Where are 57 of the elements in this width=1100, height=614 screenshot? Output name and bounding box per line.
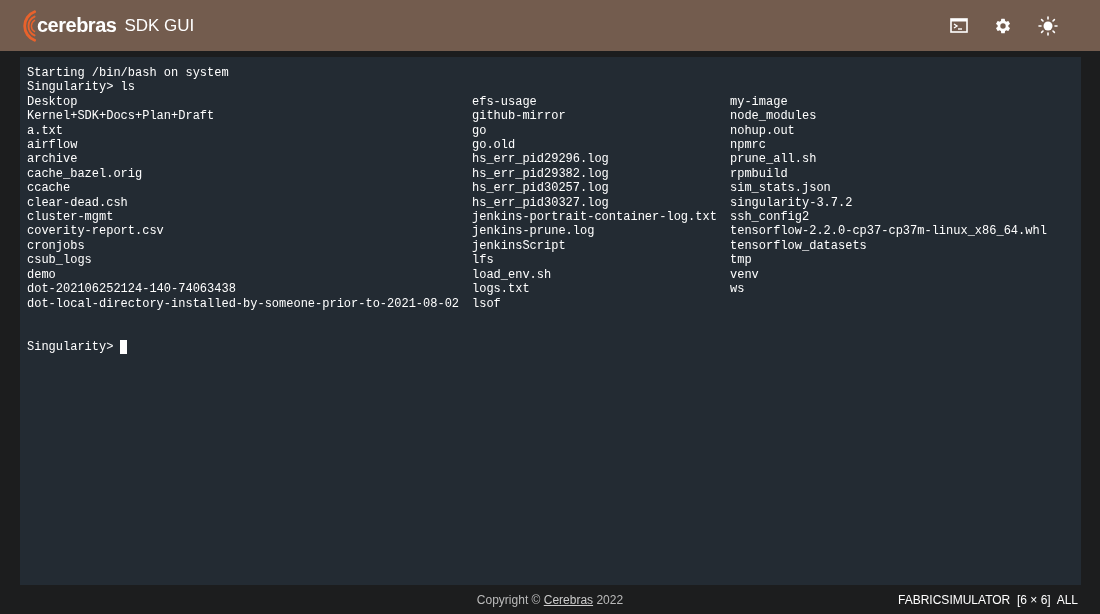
text-cursor	[120, 339, 128, 354]
file-name: go.old	[472, 138, 517, 153]
file-name: venv	[730, 267, 760, 283]
file-name: clear-dead.csh	[27, 195, 129, 211]
terminal-icon[interactable]	[950, 18, 968, 33]
file-name: jenkinsScript	[472, 238, 567, 254]
logo-wordmark: cerebras	[37, 14, 117, 37]
app-title: SDK GUI	[124, 15, 195, 36]
file-name: Desktop	[27, 94, 79, 110]
file-name: npmrc	[730, 138, 767, 153]
file-name: cache_bazel.orig	[27, 166, 144, 182]
brightness-icon[interactable]	[1038, 15, 1058, 36]
file-name: singularity-3.7.2	[730, 195, 854, 211]
file-name: jenkins-portrait-container-log.txt	[472, 210, 718, 225]
file-name: ws	[730, 282, 746, 297]
file-name: sim_stats.json	[730, 181, 832, 196]
file-name: cronjobs	[27, 238, 86, 254]
terminal-line: Starting /bin/bash on system	[27, 66, 230, 81]
file-name: ssh_config2	[730, 210, 811, 225]
file-name: demo	[27, 267, 57, 283]
file-name: node_modules	[730, 109, 818, 124]
file-name: cluster-mgmt	[27, 210, 115, 225]
file-name: lsof	[472, 296, 502, 311]
file-name: hs_err_pid29296.log	[472, 152, 610, 167]
file-name: rpmbuild	[730, 166, 789, 182]
file-name: csub_logs	[27, 253, 93, 268]
file-name: nohup.out	[730, 123, 796, 139]
file-name: Kernel+SDK+Docs+Plan+Draft	[27, 109, 216, 124]
file-name: a.txt	[27, 123, 64, 139]
file-name: efs-usage	[472, 94, 538, 110]
file-name: prune_all.sh	[730, 152, 818, 167]
file-name: dot-202106252124-140-74063438	[27, 282, 237, 297]
file-name: load_env.sh	[472, 267, 553, 283]
settings-icon[interactable]	[994, 16, 1012, 35]
file-name: my-image	[730, 94, 789, 110]
file-name: go	[472, 123, 488, 139]
terminal-line: Singularity> ls	[27, 80, 137, 95]
file-name: jenkins-prune.log	[472, 224, 596, 239]
file-name: coverity-report.csv	[27, 224, 165, 239]
file-name: tensorflow-2.2.0-cp37-cp37m-linux_x86_64.whl	[730, 224, 1047, 239]
file-name: tensorflow_datasets	[730, 238, 868, 254]
file-name: tmp	[730, 253, 753, 268]
file-name: hs_err_pid30257.log	[472, 181, 610, 196]
cerebras-link[interactable]: Cerebras	[543, 592, 594, 607]
file-name: github-mirror	[472, 109, 567, 124]
file-name: logs.txt	[472, 282, 531, 297]
file-name: airflow	[27, 138, 79, 153]
copyright-text: Copyright © Cerebras 2022	[476, 592, 624, 607]
file-name: lfs	[472, 253, 495, 268]
simulator-status: FABRICSIMULATOR [6 × 6] ALL	[898, 592, 1078, 607]
terminal-panel[interactable]	[20, 57, 1081, 585]
file-name: archive	[27, 152, 79, 167]
file-name: hs_err_pid30327.log	[472, 195, 610, 211]
file-name: dot-local-directory-installed-by-someone-prior-to-2021-08-02	[27, 296, 461, 311]
shell-prompt: Singularity>	[27, 339, 114, 355]
file-name: hs_err_pid29382.log	[472, 166, 610, 182]
file-name: ccache	[27, 181, 72, 196]
